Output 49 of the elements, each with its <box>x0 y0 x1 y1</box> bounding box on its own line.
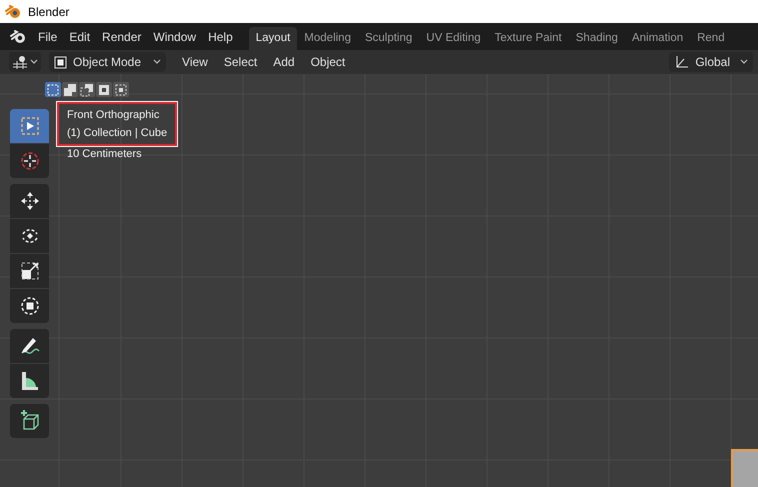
workspace-tab[interactable]: Sculpting <box>358 27 420 50</box>
tool-button[interactable] <box>10 364 49 398</box>
object-mode-icon <box>54 56 67 68</box>
workspace-tab[interactable]: Rend <box>690 27 732 50</box>
object-info-label: (1) Collection | Cube <box>67 126 168 141</box>
menu-item[interactable]: Window <box>153 28 196 46</box>
overlapping-squares-icon <box>63 82 77 96</box>
tool-button[interactable] <box>10 404 49 438</box>
tool-button[interactable] <box>10 289 49 323</box>
workspace-tab[interactable]: Animation <box>624 27 690 50</box>
selection-mode-button[interactable] <box>113 82 129 97</box>
tool-button[interactable] <box>10 184 49 218</box>
axes-icon <box>674 54 690 70</box>
editor-type-button[interactable] <box>9 52 41 72</box>
menu-item[interactable]: Render <box>102 28 142 46</box>
dashed-square-icon <box>46 82 60 96</box>
workspace-tab[interactable]: Shading <box>568 27 625 50</box>
blender-logo-icon <box>5 4 21 18</box>
selection-mode-button[interactable] <box>62 82 78 97</box>
tool-button[interactable] <box>10 329 49 363</box>
workspace-tab[interactable]: Modeling <box>297 27 358 50</box>
axes-sphere-icon <box>12 55 28 69</box>
workspace-tab[interactable]: UV Editing <box>419 27 488 50</box>
framed-square-icon <box>97 82 111 96</box>
menu-item[interactable]: Help <box>208 28 233 46</box>
selection-mode-button[interactable] <box>79 82 95 97</box>
tool-button[interactable] <box>10 254 49 288</box>
header-menu[interactable]: Select <box>220 53 260 71</box>
selection-mode-button[interactable] <box>96 82 112 97</box>
window-title: Blender <box>28 4 70 20</box>
caret-icon <box>30 59 38 65</box>
orientation-dropdown[interactable]: Global <box>669 52 753 72</box>
grid-scale-label: 10 Centimeters <box>66 147 143 162</box>
tool-button[interactable] <box>10 219 49 253</box>
view-name-label: Front Orthographic <box>67 108 160 123</box>
menu-item[interactable]: File <box>38 28 58 46</box>
dotted-square-icon <box>114 82 128 96</box>
header-menu[interactable]: View <box>179 53 211 71</box>
mode-dropdown[interactable]: Object Mode <box>49 52 166 72</box>
menu-item[interactable]: Edit <box>69 28 90 46</box>
caret-icon <box>153 59 162 65</box>
caret-icon <box>740 59 748 65</box>
cutout-square-icon <box>80 82 94 96</box>
workspace-tab[interactable]: Layout <box>248 27 298 50</box>
workspace-tab[interactable]: Texture Paint <box>488 27 569 50</box>
selection-mode-button[interactable] <box>45 82 61 97</box>
header-menu[interactable]: Add <box>270 53 298 71</box>
blender-logo-icon <box>10 30 26 44</box>
header-menu[interactable]: Object <box>308 53 348 71</box>
